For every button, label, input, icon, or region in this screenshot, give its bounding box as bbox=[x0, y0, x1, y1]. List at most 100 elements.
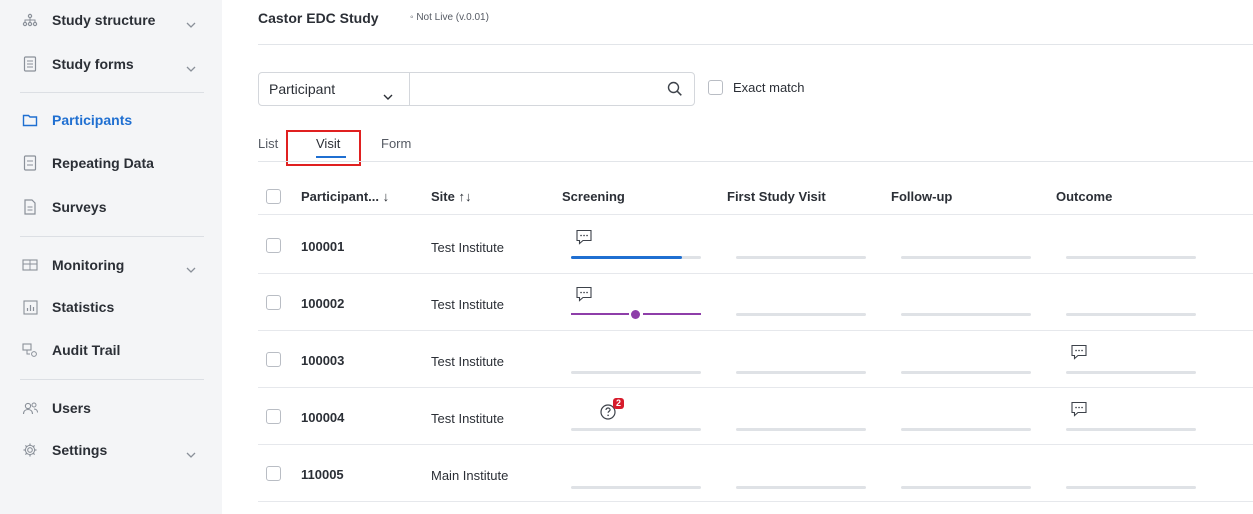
sidebar-divider bbox=[20, 236, 204, 237]
sidebar-item-audit-trail[interactable]: Audit Trail bbox=[20, 336, 208, 364]
outcome-progress-bar[interactable] bbox=[1066, 371, 1196, 374]
participant-site: Test Institute bbox=[431, 411, 504, 426]
chevron-down-icon bbox=[186, 260, 196, 276]
comment-icon[interactable] bbox=[575, 229, 593, 245]
first-study-visit-progress-bar[interactable] bbox=[736, 313, 866, 316]
participant-id[interactable]: 100001 bbox=[301, 239, 344, 254]
chevron-down-icon bbox=[383, 87, 393, 103]
monitor-icon bbox=[20, 255, 40, 275]
chevron-down-icon bbox=[186, 445, 196, 461]
sidebar-item-repeating-data[interactable]: Repeating Data bbox=[20, 149, 208, 177]
sidebar-item-label: Statistics bbox=[52, 299, 115, 315]
folder-icon bbox=[20, 110, 40, 130]
sidebar-item-statistics[interactable]: Statistics bbox=[20, 293, 208, 321]
row-checkbox[interactable] bbox=[266, 238, 281, 253]
search-icon[interactable] bbox=[666, 80, 684, 98]
first-study-visit-progress-bar[interactable] bbox=[736, 371, 866, 374]
gear-icon bbox=[20, 440, 40, 460]
sidebar-item-label: Settings bbox=[52, 442, 108, 458]
sidebar-item-label: Users bbox=[52, 400, 91, 416]
sidebar-item-label: Study forms bbox=[52, 56, 134, 72]
row-divider bbox=[258, 330, 1253, 331]
sidebar-item-label: Study structure bbox=[52, 12, 156, 28]
follow-up-progress-bar[interactable] bbox=[901, 486, 1031, 489]
sidebar-item-study-forms[interactable]: Study forms bbox=[20, 50, 208, 78]
screening-progress-bar[interactable] bbox=[571, 486, 701, 489]
column-header-follow-up: Follow-up bbox=[891, 189, 953, 204]
outcome-progress-bar[interactable] bbox=[1066, 486, 1196, 489]
participant-site: Main Institute bbox=[431, 468, 509, 483]
comment-icon[interactable] bbox=[1070, 344, 1088, 360]
sidebar-item-study-structure[interactable]: Study structure bbox=[20, 6, 208, 34]
sidebar-item-label: Surveys bbox=[52, 199, 107, 215]
search-scope-select[interactable]: Participant bbox=[258, 72, 410, 106]
tabs-divider bbox=[258, 161, 1253, 162]
follow-up-progress-bar[interactable] bbox=[901, 256, 1031, 259]
screening-progress-bar[interactable] bbox=[571, 371, 701, 374]
follow-up-progress-bar[interactable] bbox=[901, 313, 1031, 316]
list-icon bbox=[20, 153, 40, 173]
sidebar-item-label: Repeating Data bbox=[52, 155, 154, 171]
query-count-badge: 2 bbox=[613, 398, 624, 409]
row-divider bbox=[258, 387, 1253, 388]
row-checkbox[interactable] bbox=[266, 409, 281, 424]
sidebar-item-participants[interactable]: Participants bbox=[20, 106, 208, 134]
row-divider bbox=[258, 501, 1253, 502]
first-study-visit-progress-bar[interactable] bbox=[736, 428, 866, 431]
tab-form[interactable]: Form bbox=[381, 136, 411, 151]
study-status: ◦ Not Live (v.0.01) bbox=[410, 12, 489, 23]
locked-status-line bbox=[571, 313, 629, 315]
row-checkbox[interactable] bbox=[266, 352, 281, 367]
bar-chart-icon bbox=[20, 297, 40, 317]
column-header-participant[interactable]: Participant... ↓ bbox=[301, 189, 389, 204]
row-checkbox[interactable] bbox=[266, 295, 281, 310]
sidebar-item-settings[interactable]: Settings bbox=[20, 436, 208, 464]
search-scope-value: Participant bbox=[269, 81, 336, 97]
sidebar-item-surveys[interactable]: Surveys bbox=[20, 193, 208, 221]
sidebar-divider bbox=[20, 92, 204, 93]
column-header-site[interactable]: Site ↑↓ bbox=[431, 189, 471, 204]
sidebar-item-label: Audit Trail bbox=[52, 342, 121, 358]
tab-list[interactable]: List bbox=[258, 136, 278, 151]
participant-site: Test Institute bbox=[431, 297, 504, 312]
participant-site: Test Institute bbox=[431, 240, 504, 255]
screening-progress-bar[interactable] bbox=[571, 256, 701, 259]
locked-status-icon[interactable] bbox=[631, 310, 640, 319]
sidebar-item-label: Participants bbox=[52, 112, 133, 128]
hierarchy-icon bbox=[20, 10, 40, 30]
sidebar-divider bbox=[20, 379, 204, 380]
screening-progress-bar[interactable] bbox=[571, 428, 701, 431]
column-header-first-study-visit: First Study Visit bbox=[727, 189, 826, 204]
chevron-down-icon bbox=[186, 59, 196, 75]
form-icon bbox=[20, 54, 40, 74]
sidebar-item-monitoring[interactable]: Monitoring bbox=[20, 251, 208, 279]
row-checkbox[interactable] bbox=[266, 466, 281, 481]
column-header-screening: Screening bbox=[562, 189, 625, 204]
follow-up-progress-bar[interactable] bbox=[901, 428, 1031, 431]
participant-id[interactable]: 100002 bbox=[301, 296, 344, 311]
comment-icon[interactable] bbox=[575, 286, 593, 302]
outcome-progress-bar[interactable] bbox=[1066, 256, 1196, 259]
chevron-down-icon bbox=[186, 15, 196, 31]
outcome-progress-bar[interactable] bbox=[1066, 428, 1196, 431]
sidebar: Study structure Study forms Participants… bbox=[0, 0, 222, 514]
first-study-visit-progress-bar[interactable] bbox=[736, 486, 866, 489]
participant-id[interactable]: 110005 bbox=[301, 467, 344, 482]
page-title: Castor EDC Study bbox=[258, 10, 379, 26]
locked-status-line bbox=[643, 313, 701, 315]
outcome-progress-bar[interactable] bbox=[1066, 313, 1196, 316]
comment-icon[interactable] bbox=[1070, 401, 1088, 417]
participant-id[interactable]: 100004 bbox=[301, 410, 344, 425]
progress-fill bbox=[571, 256, 682, 259]
document-icon bbox=[20, 197, 40, 217]
users-icon bbox=[20, 398, 40, 418]
participant-id[interactable]: 100003 bbox=[301, 353, 344, 368]
first-study-visit-progress-bar[interactable] bbox=[736, 256, 866, 259]
search-input[interactable] bbox=[409, 72, 695, 106]
column-header-outcome: Outcome bbox=[1056, 189, 1113, 204]
exact-match-checkbox[interactable] bbox=[708, 80, 723, 95]
sidebar-item-users[interactable]: Users bbox=[20, 394, 208, 422]
follow-up-progress-bar[interactable] bbox=[901, 371, 1031, 374]
select-all-checkbox[interactable] bbox=[266, 189, 281, 204]
row-divider bbox=[258, 273, 1253, 274]
